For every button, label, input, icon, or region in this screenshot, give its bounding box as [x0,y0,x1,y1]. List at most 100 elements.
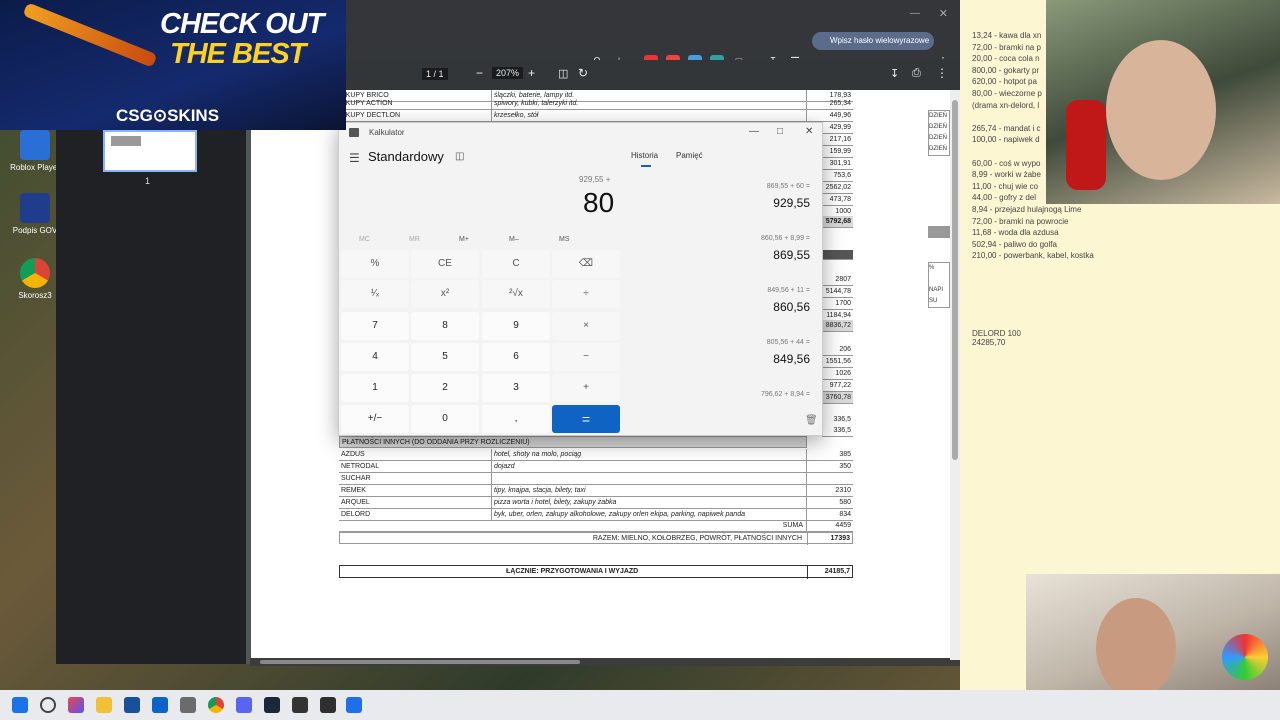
value-cell: 8836,72 [822,320,853,332]
desktop-icon-roblox[interactable]: Roblox Player [8,130,62,172]
multiply-button[interactable]: × [552,312,620,340]
store-icon[interactable] [124,697,140,713]
tab-memory[interactable]: Pamięć [676,151,703,160]
notes-footer: DELORD 100 [972,329,1021,338]
history-item[interactable]: 860,56 + 8,99 = 869,55 [761,235,810,262]
minimize-icon[interactable]: — [749,126,759,137]
memory-recall-button[interactable]: MR [409,236,420,243]
square-button[interactable]: x² [411,280,479,308]
suma-label: SUMA [782,522,803,529]
chrome-icon[interactable] [208,697,224,713]
horizontal-scrollbar[interactable] [250,658,960,666]
trash-icon[interactable]: 🗑 [805,415,818,426]
note-line: 80,00 - wieczorne p [972,89,1042,98]
minimize-icon[interactable]: — [910,8,920,19]
note-line: 502,94 - paliwo do golfa [972,239,1057,249]
sqrt-button[interactable]: ²√x [482,280,550,308]
discord-icon[interactable] [236,697,252,713]
total-value: 24185,7 [824,568,850,575]
digit-0-button[interactable]: 0 [411,405,479,433]
webcam-feed [1046,0,1280,204]
obs-icon[interactable] [292,697,308,713]
digit-6-button[interactable]: 6 [482,343,550,371]
fit-page-icon[interactable]: ◫ [558,67,568,80]
menu-hamburger-icon[interactable]: ☰ [349,151,360,165]
zoom-out-icon[interactable]: − [476,66,483,80]
row-label: SUCHAR [341,475,371,482]
zoom-in-icon[interactable]: + [528,66,535,80]
app-icon[interactable] [320,697,336,713]
history-item[interactable]: 796,62 + 8,94 = [761,391,810,398]
add-button[interactable]: + [552,374,620,402]
page-counter[interactable]: 1 / 1 [422,68,448,80]
headset-icon [1066,100,1106,190]
divide-button[interactable]: ÷ [552,280,620,308]
history-item[interactable]: 869,55 + 60 = 929,55 [767,183,810,210]
table-row: AZDUS hotel, shoty na molo, pociąg 385 [339,449,853,461]
digit-7-button[interactable]: 7 [341,312,409,340]
history-result: 860,56 [773,300,810,314]
header-cell [822,250,853,260]
digit-1-button[interactable]: 1 [341,374,409,402]
clear-entry-button[interactable]: CE [411,250,479,278]
decimal-button[interactable]: , [482,405,550,433]
copilot-icon[interactable] [68,697,84,713]
brand-logo: CSG⊙SKINS [116,106,220,125]
backspace-button[interactable]: ⌫ [552,250,620,278]
maximize-icon[interactable]: □ [777,126,783,137]
thumbnail-panel [56,88,246,664]
history-result: 849,56 [773,352,810,366]
desktop-icon-podpis[interactable]: Podpis GOV [8,193,62,235]
history-item[interactable]: 849,56 + 11 = 860,56 [767,287,810,314]
tab-indicator [641,165,651,167]
value-cell: 3760,78 [822,392,853,404]
row-desc: spiwory, kubki, talerzyki itd. [494,100,579,107]
page-thumbnail[interactable] [103,130,197,172]
memory-subtract-button[interactable]: M– [509,236,519,243]
subtract-button[interactable]: − [552,343,620,371]
memory-clear-button[interactable]: MC [359,236,370,243]
file-explorer-icon[interactable] [96,697,112,713]
download-icon[interactable]: ↧ [890,67,899,80]
knife-icon [22,2,158,68]
vertical-scrollbar[interactable] [950,90,960,660]
search-icon[interactable] [40,697,56,713]
start-icon[interactable] [12,697,28,713]
steam-icon[interactable] [264,697,280,713]
memory-store-button[interactable]: MS [559,236,570,243]
value-cell: 301,91 [822,158,853,170]
keep-on-top-icon[interactable]: ◫ [455,151,464,162]
digit-9-button[interactable]: 9 [482,312,550,340]
suma-row: SUMA 4459 [339,520,853,532]
print-icon[interactable]: ⎙ [912,67,921,80]
percent-button[interactable]: % [341,250,409,278]
more-icon[interactable]: ⋮ [936,66,948,80]
mail-icon[interactable] [152,697,168,713]
row-desc: hotel, shoty na molo, pociąg [494,451,582,458]
equals-button[interactable]: = [552,405,620,433]
password-suggestion-pill[interactable]: Wpisz hasło wielowyrazowe [812,32,934,50]
desktop-icon-chrome[interactable]: Skorosz3 [8,258,62,300]
memory-add-button[interactable]: M+ [459,236,469,243]
clear-button[interactable]: C [482,250,550,278]
banner-headline: CHECK OUT [160,8,324,40]
history-item[interactable]: 805,56 + 44 = 849,56 [767,339,810,366]
note-line: 44,00 - gofry z del [972,193,1037,203]
value-cell: 5792,68 [822,216,853,228]
digit-5-button[interactable]: 5 [411,343,479,371]
desktop-icon-label: Roblox Player [10,163,60,172]
close-icon[interactable]: ✕ [939,7,948,20]
reciprocal-button[interactable]: ¹⁄ₓ [341,280,409,308]
tab-history[interactable]: Historia [631,151,658,160]
calculator-taskbar-icon[interactable] [346,697,362,713]
rotate-icon[interactable]: ↻ [578,66,588,80]
app-icon[interactable] [180,697,196,713]
close-icon[interactable]: ✕ [805,126,813,137]
zoom-level[interactable]: 207% [492,67,524,79]
digit-3-button[interactable]: 3 [482,374,550,402]
digit-2-button[interactable]: 2 [411,374,479,402]
digit-8-button[interactable]: 8 [411,312,479,340]
expression-display: 929,55 + [579,175,611,184]
digit-4-button[interactable]: 4 [341,343,409,371]
negate-button[interactable]: +/− [341,405,409,433]
